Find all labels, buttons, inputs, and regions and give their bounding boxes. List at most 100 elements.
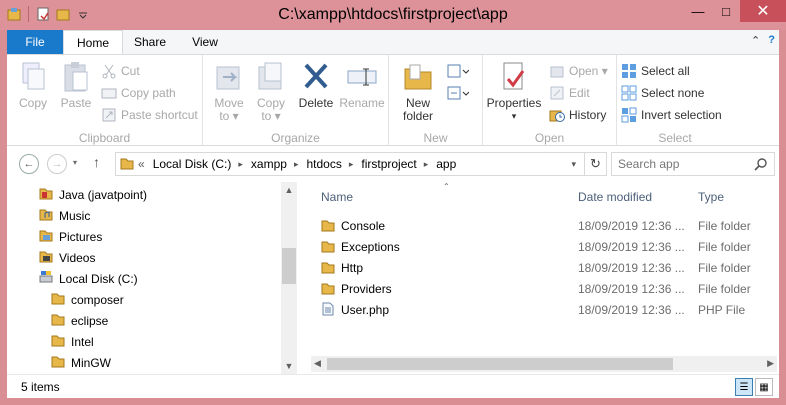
- properties-button[interactable]: Properties ▾: [485, 61, 543, 123]
- select-none-button[interactable]: Select none: [621, 83, 704, 103]
- breadcrumb-chevron-icon[interactable]: ▸: [349, 159, 354, 170]
- scrollbar-thumb[interactable]: [327, 358, 673, 370]
- breadcrumb-chevron-icon[interactable]: ▸: [424, 159, 429, 170]
- search-box[interactable]: Search app: [611, 152, 775, 176]
- navigation-pane: Java (javatpoint) Music Pictures Videos …: [7, 182, 297, 374]
- breadcrumb-local-disk[interactable]: Local Disk (C:): [153, 157, 232, 171]
- nav-item-java[interactable]: Java (javatpoint): [39, 184, 147, 205]
- breadcrumb-firstproject[interactable]: firstproject: [361, 157, 416, 171]
- maximize-button[interactable]: □: [712, 0, 740, 22]
- nav-item-local-disk[interactable]: Local Disk (C:): [39, 268, 138, 289]
- scroll-left-icon[interactable]: ◀: [314, 358, 321, 369]
- help-icon[interactable]: ?: [768, 34, 775, 47]
- cut-button[interactable]: Cut: [101, 61, 140, 81]
- nav-item-eclipse[interactable]: eclipse: [51, 310, 108, 331]
- tab-view[interactable]: View: [179, 30, 231, 54]
- folder-icon: [51, 312, 65, 329]
- title-bar: C:\xampp\htdocs\firstproject\app — □ ✕: [0, 0, 786, 30]
- copy-path-button[interactable]: Copy path: [101, 83, 176, 103]
- nav-item-composer[interactable]: composer: [51, 289, 124, 310]
- collapse-ribbon-icon[interactable]: ⌃: [751, 34, 760, 47]
- tab-home[interactable]: Home: [63, 30, 123, 55]
- refresh-button[interactable]: ↻: [585, 152, 607, 176]
- file-row[interactable]: Console 18/09/2019 12:36 ... File folder: [321, 216, 771, 236]
- ribbon: Copy Paste Cut Copy path Paste shortcut …: [7, 54, 779, 147]
- column-header-type[interactable]: Type: [698, 190, 724, 204]
- nav-item-pictures[interactable]: Pictures: [39, 226, 102, 247]
- details-view-button[interactable]: ☰: [735, 378, 753, 396]
- nav-item-label: eclipse: [71, 313, 109, 328]
- new-item-button[interactable]: [447, 61, 470, 81]
- copy-to-icon: [255, 61, 287, 93]
- address-dropdown-icon[interactable]: ▾: [571, 159, 576, 170]
- forward-arrow-icon: →: [51, 158, 63, 170]
- select-all-button[interactable]: Select all: [621, 61, 690, 81]
- delete-button[interactable]: Delete: [295, 61, 337, 110]
- nav-item-intel[interactable]: Intel: [51, 331, 94, 352]
- history-button[interactable]: History: [549, 105, 606, 125]
- easy-access-button[interactable]: [447, 83, 470, 103]
- nav-item-label: Intel: [71, 334, 94, 349]
- folder-icon: [321, 218, 335, 235]
- up-arrow-icon[interactable]: ↑: [93, 154, 100, 170]
- properties-label: Properties: [486, 96, 542, 110]
- paste-shortcut-button[interactable]: Paste shortcut: [101, 105, 198, 125]
- nav-item-label: Pictures: [59, 229, 103, 244]
- nav-item-mingw[interactable]: MinGW: [51, 352, 111, 373]
- breadcrumb-xampp[interactable]: xampp: [251, 157, 287, 171]
- folder-icon: [321, 239, 335, 256]
- close-button[interactable]: ✕: [740, 0, 786, 22]
- navigation-scrollbar[interactable]: ▲ ▼: [281, 182, 297, 374]
- nav-item-videos[interactable]: Videos: [39, 247, 95, 268]
- scissors-icon: [101, 63, 117, 79]
- file-name-cell: User.php: [321, 302, 389, 319]
- delete-x-icon: [300, 61, 332, 93]
- move-to-button[interactable]: Move to ▾: [209, 61, 249, 123]
- scrollbar-thumb[interactable]: [282, 248, 296, 284]
- invert-selection-button[interactable]: Invert selection: [621, 105, 722, 125]
- breadcrumb-app[interactable]: app: [436, 157, 456, 171]
- nav-item-music[interactable]: Music: [39, 205, 90, 226]
- back-button[interactable]: ←: [19, 154, 39, 174]
- file-row[interactable]: User.php 18/09/2019 12:36 ... PHP File: [321, 300, 771, 320]
- file-row[interactable]: Exceptions 18/09/2019 12:36 ... File fol…: [321, 237, 771, 257]
- address-bar[interactable]: « Local Disk (C:) ▸ xampp ▸ htdocs ▸ fir…: [115, 152, 585, 176]
- new-folder-label-line2: folder: [402, 109, 434, 123]
- window-title: C:\xampp\htdocs\firstproject\app: [278, 6, 508, 23]
- column-header-date[interactable]: Date modified: [578, 190, 652, 204]
- rename-button[interactable]: Rename: [339, 61, 385, 110]
- scroll-down-icon[interactable]: ▼: [281, 358, 297, 374]
- large-icons-view-button[interactable]: ▦: [755, 378, 773, 396]
- copy-to-button[interactable]: Copy to ▾: [251, 61, 291, 123]
- breadcrumb-chevron-icon[interactable]: ▸: [238, 159, 243, 170]
- file-name-cell: Http: [321, 260, 363, 277]
- address-overflow[interactable]: «: [138, 157, 145, 171]
- column-header-name[interactable]: Name: [321, 190, 353, 204]
- select-none-icon: [621, 85, 637, 101]
- nav-item-label: Java (javatpoint): [59, 187, 148, 202]
- folder-icon: [321, 281, 335, 298]
- open-button[interactable]: Open ▾: [549, 61, 608, 81]
- forward-button[interactable]: →: [47, 154, 67, 174]
- edit-button[interactable]: Edit: [549, 83, 590, 103]
- copy-button[interactable]: Copy: [13, 61, 53, 110]
- file-row[interactable]: Http 18/09/2019 12:36 ... File folder: [321, 258, 771, 278]
- paste-button[interactable]: Paste: [55, 61, 97, 110]
- tab-share[interactable]: Share: [125, 30, 175, 54]
- recent-locations-icon[interactable]: ▾: [73, 158, 77, 167]
- paste-shortcut-label: Paste shortcut: [121, 108, 198, 122]
- new-folder-button[interactable]: New folder: [397, 61, 439, 123]
- scroll-up-icon[interactable]: ▲: [281, 182, 297, 198]
- copy-path-icon: [101, 85, 117, 101]
- tab-file[interactable]: File: [7, 30, 63, 54]
- sort-ascending-icon: ⌃: [443, 182, 450, 191]
- file-row[interactable]: Providers 18/09/2019 12:36 ... File fold…: [321, 279, 771, 299]
- file-name-cell: Console: [321, 218, 385, 235]
- ribbon-tabs: File Home Share View ⌃ ?: [7, 30, 779, 55]
- file-list-horizontal-scrollbar[interactable]: ◀ ▶: [311, 356, 777, 372]
- scroll-right-icon[interactable]: ▶: [767, 358, 774, 369]
- minimize-button[interactable]: —: [684, 0, 712, 22]
- breadcrumb-htdocs[interactable]: htdocs: [306, 157, 341, 171]
- search-icon: [754, 157, 768, 174]
- breadcrumb-chevron-icon[interactable]: ▸: [294, 159, 299, 170]
